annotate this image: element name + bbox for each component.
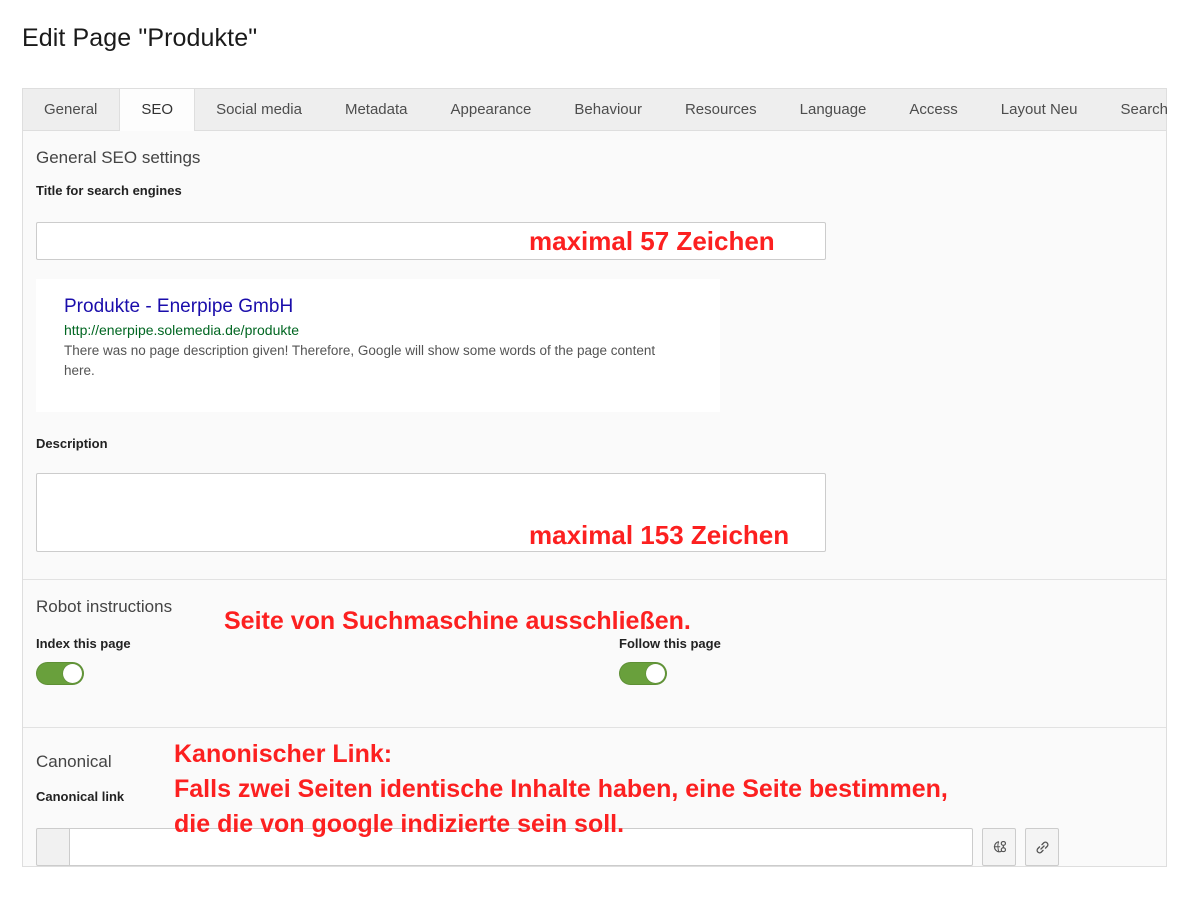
link-icon <box>1034 839 1051 856</box>
toggle-knob <box>646 664 665 683</box>
section-canonical-legend: Canonical <box>36 752 112 771</box>
tab-search[interactable]: Search <box>1100 89 1180 130</box>
tab-bar: General SEO Social media Metadata Appear… <box>22 88 1168 131</box>
insert-link-button[interactable] <box>1025 828 1059 866</box>
google-preview-description: There was no page description given! The… <box>64 342 656 378</box>
annotation-canonical-line1: Kanonischer Link: <box>174 740 393 768</box>
description-label: Description <box>36 436 108 451</box>
page-picker-button[interactable] <box>982 828 1016 866</box>
canonical-link-label: Canonical link <box>36 789 125 804</box>
annotation-title-max: maximal 57 Zeichen <box>529 226 775 256</box>
follow-this-page-toggle[interactable] <box>619 662 667 685</box>
title-for-search-engines-label: Title for search engines <box>36 183 182 198</box>
index-this-page-label: Index this page <box>36 636 131 651</box>
toggle-knob <box>63 664 82 683</box>
annotation-robot-note: Seite von Suchmaschine ausschließen. <box>224 607 691 635</box>
annotation-canonical-line3: die die von google indizierte sein soll. <box>174 810 625 838</box>
section-robot-instructions-legend: Robot instructions <box>36 597 173 616</box>
google-preview-url: http://enerpipe.solemedia.de/produkte <box>64 321 300 338</box>
tab-behaviour[interactable]: Behaviour <box>553 89 664 130</box>
google-preview-title: Produkte - Enerpipe GmbH <box>64 296 294 317</box>
tab-metadata[interactable]: Metadata <box>324 89 430 130</box>
tab-layout-neu[interactable]: Layout Neu <box>980 89 1100 130</box>
section-general-seo-legend: General SEO settings <box>36 148 201 167</box>
tab-language[interactable]: Language <box>779 89 889 130</box>
google-preview: Produkte - Enerpipe GmbH http://enerpipe… <box>36 279 720 412</box>
tab-appearance[interactable]: Appearance <box>430 89 554 130</box>
page-title: Edit Page "Produkte" <box>22 24 258 52</box>
tab-seo[interactable]: SEO <box>119 89 196 131</box>
canonical-link-prefix <box>36 828 70 866</box>
annotation-canonical-line2: Falls zwei Seiten identische Inhalte hab… <box>174 775 948 803</box>
section-general-seo: General SEO settings Title for search en… <box>23 131 1166 579</box>
tab-access[interactable]: Access <box>888 89 979 130</box>
tab-social-media[interactable]: Social media <box>195 89 324 130</box>
tab-resources[interactable]: Resources <box>664 89 779 130</box>
page-picker-icon <box>991 839 1008 856</box>
tab-general[interactable]: General <box>23 89 119 130</box>
annotation-description-max: maximal 153 Zeichen <box>529 520 790 550</box>
index-this-page-toggle[interactable] <box>36 662 84 685</box>
section-robot-instructions: Robot instructions Index this page Follo… <box>23 579 1166 727</box>
follow-this-page-label: Follow this page <box>619 636 721 651</box>
